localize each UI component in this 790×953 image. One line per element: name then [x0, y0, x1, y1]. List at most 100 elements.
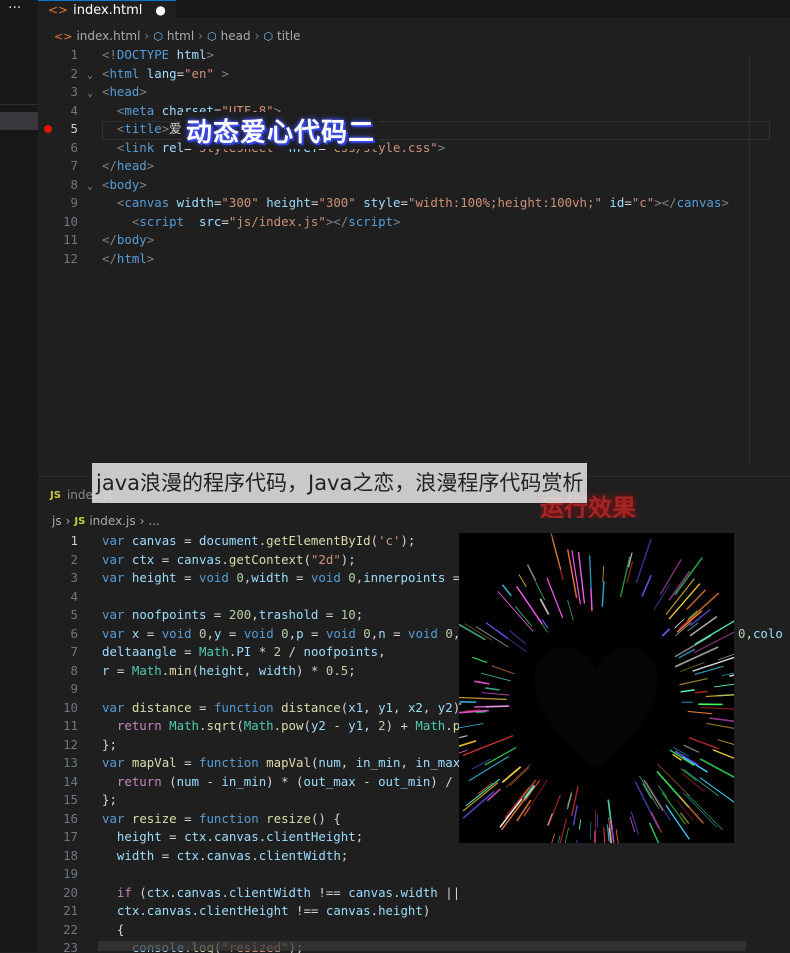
more-actions-icon[interactable]: ···	[8, 0, 21, 16]
code-token: canvas	[124, 195, 169, 210]
code-token: "js/index.js"	[229, 214, 326, 229]
breadcrumb-item[interactable]: title	[277, 29, 300, 43]
code-token: /	[281, 644, 303, 659]
code-token: num	[177, 774, 199, 789]
heart-burst-graphic	[459, 533, 734, 843]
light-ray	[547, 578, 563, 618]
code-line[interactable]: 8⌄<body>	[38, 176, 790, 195]
code-line[interactable]: 9 <canvas width="300" height="300" style…	[38, 194, 790, 213]
code-token: </	[102, 158, 117, 173]
light-ray	[603, 566, 604, 582]
code-token: ||	[438, 885, 460, 900]
code-line[interactable]: 18 width = ctx.canvas.clientWidth;	[38, 847, 790, 866]
code-token: ;	[356, 829, 363, 844]
code-token: 2	[274, 644, 281, 659]
chevron-right-icon: ›	[198, 29, 203, 43]
code-token: ctx	[117, 903, 139, 918]
light-ray	[607, 824, 609, 841]
code-token: width	[400, 885, 437, 900]
code-token: in_max	[415, 755, 460, 770]
code-token: );	[341, 552, 356, 567]
code-token	[124, 533, 131, 548]
code-token: =	[221, 214, 228, 229]
code-line[interactable]: 5 <title>爱	[38, 120, 790, 139]
line-number: 9	[38, 680, 78, 699]
chevron-right-icon: ›	[66, 514, 71, 528]
line-number: 2	[38, 551, 78, 570]
code-line[interactable]: 20 if (ctx.canvas.clientWidth !== canvas…	[38, 884, 790, 903]
code-token: =	[206, 607, 228, 622]
light-ray	[472, 759, 491, 769]
tab-bar: <> index.html ●	[38, 0, 790, 18]
html-file-icon: <>	[48, 3, 68, 17]
code-line[interactable]: 6 <link rel="stylesheet" href="css/style…	[38, 139, 790, 158]
code-line[interactable]: 12 </html>	[38, 250, 790, 269]
light-ray	[645, 781, 670, 821]
code-token: html	[177, 47, 207, 62]
activity-selected-item[interactable]	[0, 112, 38, 130]
code-line[interactable]: 4 <meta charset="UTF-8">	[38, 102, 790, 121]
light-ray	[486, 623, 508, 639]
code-editor-html[interactable]: 1 <!DOCTYPE html>2⌄<html lang="en" >3⌄<h…	[38, 46, 790, 268]
indent	[102, 718, 117, 733]
code-line[interactable]: 19	[38, 865, 790, 884]
code-token: ) /	[430, 774, 452, 789]
breadcrumb-item[interactable]: head	[221, 29, 251, 43]
code-token	[169, 47, 176, 62]
light-ray	[502, 767, 520, 783]
indent	[102, 214, 132, 229]
code-line[interactable]: 7 </head>	[38, 157, 790, 176]
breadcrumb-item[interactable]: ...	[148, 514, 159, 528]
light-ray	[706, 694, 734, 697]
line-number: 23	[38, 939, 78, 953]
code-token: >	[221, 66, 228, 81]
code-token: .	[139, 903, 146, 918]
code-token: y2	[438, 700, 453, 715]
code-token: );	[400, 533, 415, 548]
code-line[interactable]: 21 ctx.canvas.clientHeight !== canvas.he…	[38, 902, 790, 921]
code-token: script	[139, 214, 184, 229]
indent	[102, 774, 117, 789]
line-number: 4	[38, 588, 78, 607]
light-ray	[481, 673, 511, 681]
code-line[interactable]: 11 </body>	[38, 231, 790, 250]
breadcrumb-item[interactable]: index.html	[76, 29, 140, 43]
code-line[interactable]: 1 <!DOCTYPE html>	[38, 46, 790, 65]
horizontal-scrollbar[interactable]	[98, 941, 746, 951]
code-token: "300"	[318, 195, 355, 210]
code-token: Math	[244, 718, 274, 733]
tab-index-html[interactable]: <> index.html ●	[38, 0, 176, 19]
light-ray	[604, 827, 606, 843]
line-number: 19	[38, 865, 78, 884]
code-line[interactable]: 3⌄<head>	[38, 83, 790, 102]
code-line[interactable]: 10 <script src="js/index.js"></script>	[38, 213, 790, 232]
code-line[interactable]: 2⌄<html lang="en" >	[38, 65, 790, 84]
code-token: ,	[244, 663, 259, 678]
light-ray	[722, 665, 734, 676]
code-token: distance	[132, 700, 192, 715]
code-token: distance	[281, 700, 341, 715]
code-token: clientWidth	[259, 848, 341, 863]
light-ray	[509, 630, 525, 644]
element-icon: ⬡	[207, 30, 217, 43]
code-token: function	[199, 811, 259, 826]
light-ray	[681, 690, 695, 692]
code-token: };	[102, 737, 117, 752]
code-line[interactable]: 22 {	[38, 921, 790, 940]
code-token: var	[102, 533, 124, 548]
code-token: =	[154, 552, 176, 567]
code-token: canvas	[177, 885, 222, 900]
code-token: >	[147, 232, 154, 247]
code-token: var	[102, 607, 124, 622]
code-token: !==	[311, 885, 348, 900]
code-token: .	[221, 552, 228, 567]
code-token	[154, 140, 161, 155]
breadcrumb-item[interactable]: index.js	[89, 514, 135, 528]
caption-banner: java浪漫的程序代码，Java之恋，浪漫程序代码赏析	[92, 463, 587, 503]
breakpoint-icon[interactable]	[44, 125, 52, 133]
breadcrumb-item[interactable]: js	[52, 514, 62, 528]
unsaved-dot-icon[interactable]: ●	[155, 3, 165, 17]
light-ray	[680, 662, 704, 671]
breadcrumb-item[interactable]: html	[167, 29, 194, 43]
light-ray	[465, 624, 492, 641]
